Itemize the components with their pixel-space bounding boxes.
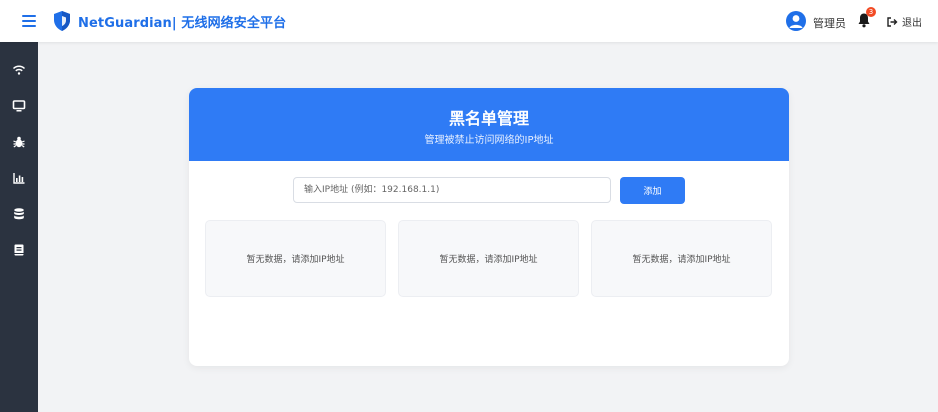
logout-label: 退出 [902,18,922,29]
logout-icon [887,16,898,27]
book-icon [14,244,24,256]
sidebar-item-bug[interactable] [0,128,38,156]
empty-message: 暂无数据，请添加IP地址 [246,255,345,265]
wifi-icon [12,65,26,75]
sidebar-item-monitor[interactable] [0,92,38,120]
add-button[interactable]: 添加 [620,177,685,204]
list-item: 暂无数据，请添加IP地址 [398,220,579,297]
page-title: 黑名单管理 [448,109,529,128]
database-icon [14,208,24,220]
sidebar [0,42,38,412]
menu-icon[interactable] [22,14,36,27]
blacklist-card: 黑名单管理 管理被禁止访问网络的IP地址 添加 暂无数据，请添加IP地址 暂无数… [189,88,789,366]
page-subtitle: 管理被禁止访问网络的IP地址 [424,135,554,146]
bug-icon [13,136,25,148]
sidebar-item-chart[interactable] [0,164,38,192]
list-item: 暂无数据，请添加IP地址 [205,220,386,297]
empty-message: 暂无数据，请添加IP地址 [632,255,731,265]
notification-badge: 3 [866,7,876,17]
shield-icon [54,11,70,31]
top-header: NetGuardian| 无线网络安全平台 管理员 3 退出 [0,0,938,42]
chart-icon [13,173,25,184]
ip-input[interactable] [293,177,611,203]
logout-button[interactable]: 退出 [886,14,922,29]
empty-message: 暂无数据，请添加IP地址 [439,255,538,265]
user-icon [789,15,803,28]
card-header: 黑名单管理 管理被禁止访问网络的IP地址 [189,88,789,161]
user-name[interactable]: 管理员 [813,15,846,31]
avatar[interactable] [786,11,806,31]
list-item: 暂无数据，请添加IP地址 [591,220,772,297]
brand-title: NetGuardian| 无线网络安全平台 [78,16,287,31]
monitor-icon [12,100,26,112]
sidebar-item-database[interactable] [0,200,38,228]
sidebar-item-wifi[interactable] [0,56,38,84]
sidebar-item-book[interactable] [0,236,38,264]
